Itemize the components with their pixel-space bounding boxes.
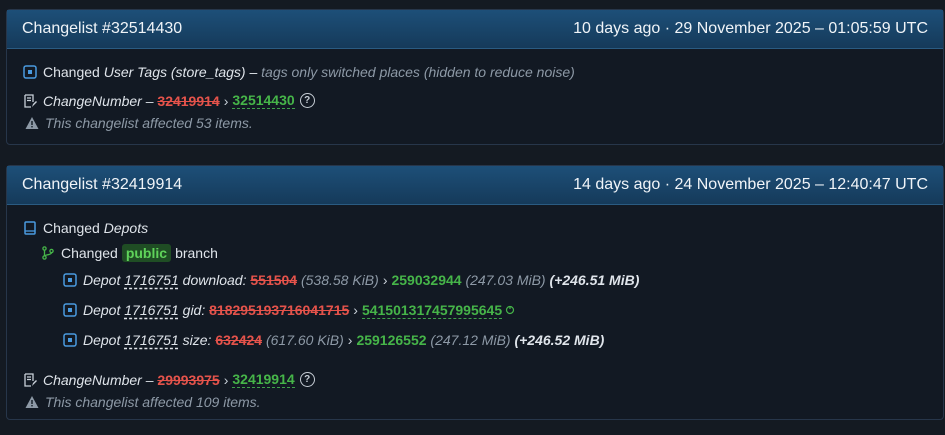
- changelist-time: 14 days ago · 24 November 2025 – 12:40:4…: [573, 176, 928, 193]
- depot-download-row: Depot 1716751 download: 551504 (538.58 K…: [23, 265, 927, 295]
- tags-change-row: Changed User Tags (store_tags) – tags on…: [23, 59, 927, 84]
- warning-icon: [25, 117, 39, 129]
- depots-row: Changed Depots: [23, 215, 927, 240]
- depot-id-link[interactable]: 1716751: [124, 272, 179, 288]
- changenumber-row: ChangeNumber – 29993975 › 32419914?: [23, 367, 927, 392]
- new-changenumber-link[interactable]: 32419914: [232, 371, 295, 388]
- changelist-title[interactable]: Changelist #32419914: [22, 176, 182, 194]
- git-branch-icon: [42, 245, 54, 260]
- document-edit-icon: [24, 372, 37, 387]
- changelist-card: Changelist #32514430 10 days ago · 29 No…: [6, 9, 944, 145]
- affected-row: This changelist affected 109 items.: [23, 392, 927, 412]
- square-dot-icon: [63, 333, 77, 347]
- depot-id-link[interactable]: 1716751: [124, 332, 179, 348]
- branch-row: Changed public branch: [23, 240, 927, 265]
- affected-row: This changelist affected 53 items.: [23, 113, 927, 133]
- square-dot-icon: [63, 303, 77, 317]
- new-changenumber-link[interactable]: 32514430: [232, 92, 295, 109]
- changelist-time: 10 days ago · 29 November 2025 – 01:05:5…: [573, 20, 928, 37]
- help-icon[interactable]: ?: [299, 372, 315, 387]
- warning-icon: [25, 396, 39, 408]
- depot-id-link[interactable]: 1716751: [124, 302, 179, 318]
- document-edit-icon: [24, 93, 37, 108]
- changelist-title[interactable]: Changelist #32514430: [22, 20, 182, 38]
- depot-gid-row: Depot 1716751 gid: 818295193716041715 › 54…: [23, 295, 927, 325]
- help-icon[interactable]: ?: [299, 93, 315, 108]
- depot-size-row: Depot 1716751 size: 632424 (617.60 KiB) ›…: [23, 325, 927, 355]
- changelist-card: Changelist #32419914 14 days ago · 24 No…: [6, 165, 944, 420]
- changelist-header[interactable]: Changelist #32419914 14 days ago · 24 No…: [7, 166, 943, 205]
- branch-badge: public: [121, 243, 172, 262]
- manifest-link[interactable]: 541501317457995645: [361, 302, 503, 319]
- external-link-icon[interactable]: [505, 305, 515, 315]
- changelist-header[interactable]: Changelist #32514430 10 days ago · 29 No…: [7, 10, 943, 49]
- changenumber-row: ChangeNumber – 32419914 › 32514430?: [23, 88, 927, 113]
- book-icon: [24, 220, 36, 235]
- square-dot-icon: [63, 273, 77, 287]
- square-dot-icon: [23, 64, 37, 79]
